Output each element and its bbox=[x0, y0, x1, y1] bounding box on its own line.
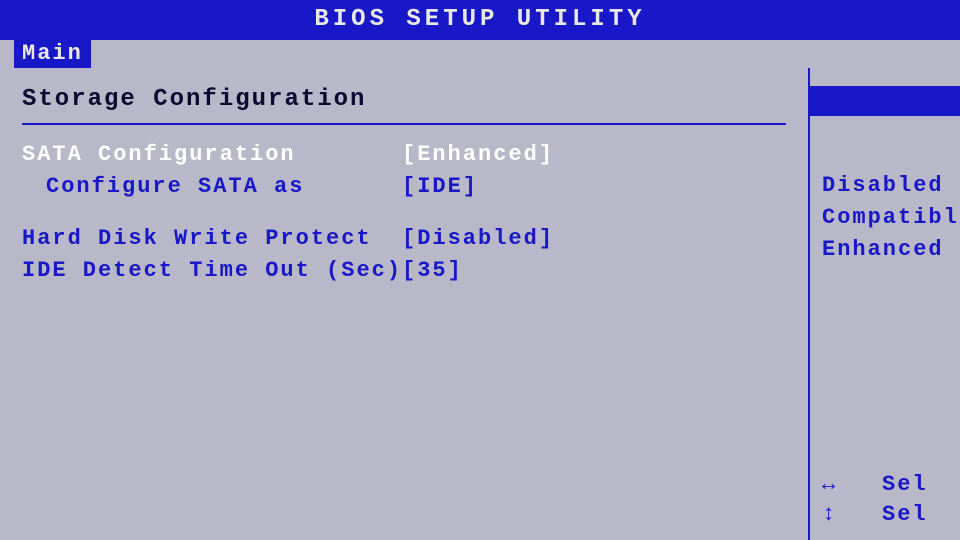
legend-row: ↔ Sel bbox=[822, 470, 960, 500]
option-label: Hard Disk Write Protect bbox=[22, 223, 402, 255]
arrow-up-down-icon: ↕ bbox=[822, 500, 852, 530]
help-title-bar bbox=[810, 86, 960, 116]
option-label: SATA Configuration bbox=[22, 139, 402, 171]
help-options: Disabled Compatible Enhanced bbox=[822, 170, 960, 266]
legend-text: Sel bbox=[882, 500, 928, 530]
section-title: Storage Configuration bbox=[22, 86, 786, 113]
help-option: Compatible bbox=[822, 202, 960, 234]
main-pane: Storage Configuration SATA Configuration… bbox=[0, 68, 810, 540]
option-label: Configure SATA as bbox=[22, 171, 402, 203]
option-value: [Enhanced] bbox=[402, 139, 786, 171]
help-option: Disabled bbox=[822, 170, 960, 202]
option-sata-configuration[interactable]: SATA Configuration [Enhanced] bbox=[22, 139, 786, 171]
menu-tab-row: Main bbox=[0, 40, 960, 68]
app-title: BIOS SETUP UTILITY bbox=[314, 6, 645, 33]
title-bar: BIOS SETUP UTILITY bbox=[0, 0, 960, 40]
option-label: IDE Detect Time Out (Sec) bbox=[22, 255, 402, 287]
blank-row bbox=[22, 203, 786, 223]
legend-text: Sel bbox=[882, 470, 928, 500]
option-hd-write-protect[interactable]: Hard Disk Write Protect [Disabled] bbox=[22, 223, 786, 255]
bios-screen: BIOS SETUP UTILITY Main Storage Configur… bbox=[0, 0, 960, 540]
tab-label: Main bbox=[22, 41, 83, 66]
option-value: [35] bbox=[402, 255, 786, 287]
option-configure-sata-as[interactable]: Configure SATA as [IDE] bbox=[22, 171, 786, 203]
divider bbox=[22, 123, 786, 125]
option-ide-detect-timeout[interactable]: IDE Detect Time Out (Sec) [35] bbox=[22, 255, 786, 287]
help-pane: Disabled Compatible Enhanced ↔ Sel ↕ Sel bbox=[810, 68, 960, 540]
tab-main[interactable]: Main bbox=[14, 40, 91, 68]
body: Storage Configuration SATA Configuration… bbox=[0, 68, 960, 540]
option-value: [IDE] bbox=[402, 171, 786, 203]
option-value: [Disabled] bbox=[402, 223, 786, 255]
key-legend: ↔ Sel ↕ Sel bbox=[822, 470, 960, 530]
arrow-left-right-icon: ↔ bbox=[822, 470, 852, 500]
help-option: Enhanced bbox=[822, 234, 960, 266]
legend-row: ↕ Sel bbox=[822, 500, 960, 530]
